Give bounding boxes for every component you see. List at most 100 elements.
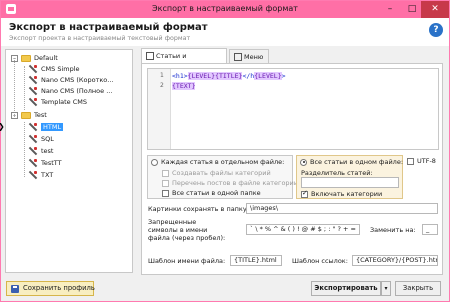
replace-label: Заменить на: — [370, 226, 416, 234]
save-profile-label: Сохранить профиль — [23, 284, 95, 292]
plugin-icon — [28, 97, 38, 107]
profile-tree: – Default CMS Simple Nano CMS (Коротко...… — [5, 49, 133, 273]
dialog-title: Экспорт в настраиваемый формат — [9, 22, 208, 33]
tree-item[interactable]: TXT — [28, 170, 53, 181]
line-gutter: 1 2 — [148, 69, 171, 149]
html-tag: </h — [242, 72, 255, 80]
create-category-files-option[interactable]: Создавать файлы категорий — [162, 169, 271, 177]
tree-folder-test[interactable]: – Test — [11, 110, 47, 121]
forbidden-chars-label-1: Запрещенные — [148, 218, 197, 226]
each-file-label: Каждая статья в отдельном файле: — [161, 158, 285, 166]
tree-item-label: Nano CMS (Полное ... — [41, 87, 113, 95]
plugin-icon — [28, 134, 38, 144]
tree-item[interactable]: Nano CMS (Полное ... — [28, 86, 112, 97]
tree-item-label: Nano CMS (Коротко... — [41, 76, 114, 84]
utf8-checkbox[interactable] — [407, 157, 414, 165]
tree-item-label: test — [41, 147, 54, 155]
post-list-checkbox[interactable] — [162, 179, 169, 187]
collapse-icon[interactable]: – — [11, 54, 18, 62]
each-file-group: Каждая статья в отдельном файле: Создава… — [147, 155, 298, 199]
line-number: 2 — [160, 82, 164, 89]
images-folder-input[interactable]: \images\ — [246, 203, 438, 214]
all-in-one-file-radio[interactable] — [300, 158, 307, 166]
tree-item-label: SQL — [41, 135, 54, 143]
help-icon[interactable]: ? — [429, 23, 443, 37]
menu-icon — [234, 53, 242, 61]
tree-item[interactable]: CMS Simple — [28, 64, 80, 75]
tree-item-label: TXT — [41, 171, 54, 179]
close-button[interactable]: Закрыть — [395, 281, 441, 296]
create-category-files-checkbox[interactable] — [162, 169, 169, 177]
template-variable: {TITLE} — [215, 72, 243, 80]
plugin-icon — [28, 75, 38, 85]
dialog-footer: Сохранить профиль Экспортировать ▾ Закры… — [1, 277, 449, 301]
link-template-input[interactable]: {CATEGORY}/{POST}.html — [352, 255, 438, 266]
utf8-option[interactable]: UTF-8 — [407, 157, 436, 165]
close-window-button[interactable]: ✕ — [421, 1, 449, 18]
separator-label: Разделитель статей: — [301, 169, 373, 177]
line-number: 1 — [160, 72, 164, 79]
all-in-one-file-label: Все статьи в одном файле: — [310, 158, 404, 166]
post-list-label: Перечень постов в файле категории — [172, 179, 299, 187]
tab-strip: Статьи и категории Меню — [141, 48, 443, 74]
plugin-icon — [28, 64, 38, 74]
separator-input[interactable] — [301, 177, 399, 188]
tab-panel: 1 2 <h1>{LEVEL}{TITLE}</h{LEVEL}> {TEXT}… — [141, 63, 443, 275]
tree-connector — [24, 66, 25, 110]
collapse-icon[interactable]: – — [11, 111, 18, 119]
tree-item[interactable]: Nano CMS (Коротко... — [28, 75, 113, 86]
edit-icon — [146, 52, 154, 60]
all-in-one-folder-checkbox[interactable] — [162, 189, 169, 197]
template-variable: {TEXT} — [172, 82, 196, 90]
current-row-arrow-icon: ❯ — [0, 122, 5, 131]
tab-articles-categories[interactable]: Статьи и категории — [141, 48, 227, 74]
replace-input[interactable]: _ — [422, 224, 438, 235]
tree-item[interactable]: test — [28, 146, 53, 157]
template-editor[interactable]: 1 2 <h1>{LEVEL}{TITLE}</h{LEVEL}> {TEXT} — [147, 68, 439, 150]
tree-item-selected[interactable]: HTML — [28, 122, 64, 133]
each-file-option[interactable]: Каждая статья в отдельном файле: — [151, 158, 284, 166]
filename-template-label: Шаблон имени файла: — [148, 257, 226, 265]
plugin-icon — [28, 122, 38, 132]
template-variable: {LEVEL} — [187, 72, 216, 80]
plugin-icon — [28, 170, 38, 180]
tree-item[interactable]: SQL — [28, 134, 54, 145]
dialog-subtitle: Экспорт проекта в настраиваемый текстовы… — [9, 35, 191, 42]
folder-icon — [21, 54, 31, 62]
code-line: {TEXT} — [172, 82, 196, 90]
tree-folder-label: Test — [34, 111, 47, 119]
link-template-label: Шаблон ссылок: — [292, 257, 348, 265]
code-line: <h1>{LEVEL}{TITLE}</h{LEVEL}> — [172, 72, 286, 80]
all-in-one-folder-label: Все статьи в одной папке — [172, 189, 261, 197]
all-in-one-file-group: Все статьи в одном файле: Разделитель ст… — [296, 155, 403, 199]
export-button[interactable]: Экспортировать — [311, 281, 381, 296]
tree-item-label: CMS Simple — [41, 65, 80, 73]
tab-label: Меню — [244, 53, 264, 61]
forbidden-chars-label-2: символы в имени — [148, 226, 208, 234]
forbidden-chars-input[interactable]: ` \ * % ^ & ( ) ! @ # $ ; : " ? + = — [246, 224, 360, 235]
include-categories-label: Включать категории — [311, 190, 383, 198]
tab-menu[interactable]: Меню — [229, 49, 269, 63]
each-file-radio[interactable] — [151, 158, 158, 166]
include-categories-option[interactable]: Включать категории — [301, 189, 383, 198]
all-in-one-folder-option[interactable]: Все статьи в одной папке — [162, 189, 261, 197]
tree-item[interactable]: TestTT — [28, 158, 62, 169]
include-categories-checkbox[interactable] — [301, 189, 308, 198]
tree-item-label: Template CMS — [41, 98, 87, 106]
post-list-option[interactable]: Перечень постов в файле категории — [162, 179, 298, 187]
utf8-label: UTF-8 — [417, 157, 436, 165]
images-folder-label: Картинки сохранять в папку: — [148, 205, 249, 213]
folder-icon — [21, 111, 31, 119]
minimize-button[interactable]: – — [379, 1, 401, 18]
tree-folder-default[interactable]: – Default — [11, 53, 58, 64]
export-dropdown-button[interactable]: ▾ — [381, 281, 391, 296]
maximize-button[interactable]: □ — [401, 1, 423, 18]
plugin-icon — [28, 146, 38, 156]
filename-template-input[interactable]: {TITLE}.html — [230, 255, 282, 266]
all-in-one-file-option[interactable]: Все статьи в одном файле: — [300, 158, 403, 166]
tree-item[interactable]: Template CMS — [28, 97, 87, 108]
template-variable: {LEVEL} — [254, 72, 282, 80]
plugin-icon — [28, 158, 38, 168]
save-profile-button[interactable]: Сохранить профиль — [6, 281, 95, 296]
create-category-files-label: Создавать файлы категорий — [172, 169, 271, 177]
